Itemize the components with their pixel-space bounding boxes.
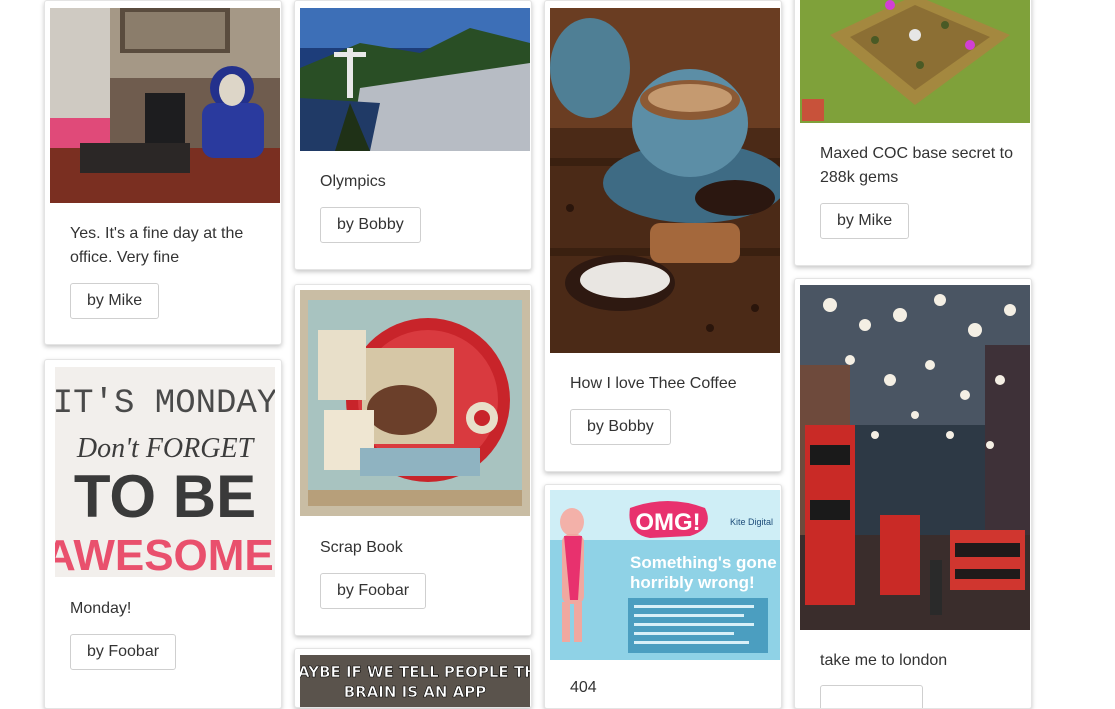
pin-caption: take me to london [820,652,948,669]
pin-image-brain-meme[interactable]: MAYBE IF WE TELL PEOPLE THE BRAIN IS AN … [300,655,530,707]
meme-line1: MAYBE IF WE TELL PEOPLE THE [300,663,530,681]
pin-image-404[interactable]: OMG! Kite Digital Something's gone horri… [550,490,780,660]
pin-card-coc[interactable]: Maxed COC base secret to 288k gems by Mi… [794,0,1032,266]
author-button-partial[interactable] [820,685,923,708]
pin-card-scrapbook[interactable]: Scrap Book by Foobar [294,284,532,636]
monday-line3: TO BE [74,463,256,530]
author-button-bobby[interactable]: by Bobby [320,207,421,243]
pin-caption: How I love Thee Coffee [570,375,737,392]
pin-card-coffee[interactable]: How I love Thee Coffee by Bobby [544,0,782,472]
pin-image-monday[interactable]: IT'S MONDAY Don't FORGET TO BE AWESOME. [55,367,275,577]
pin-image-coc[interactable] [800,0,1030,123]
author-button-mike[interactable]: by Mike [820,203,910,239]
pin-image-coffee[interactable] [550,8,780,353]
meme-line2: BRAIN IS AN APP [344,683,487,701]
pin-image-london[interactable] [800,285,1030,630]
monday-line1: IT'S MONDAY [55,385,275,423]
pin-card-london[interactable]: take me to london [794,278,1032,709]
pin-caption: Scrap Book [320,539,403,556]
error-badge-text: OMG! [635,509,700,536]
pin-caption: Olympics [320,173,386,190]
pin-card-monday[interactable]: IT'S MONDAY Don't FORGET TO BE AWESOME. … [44,359,282,709]
pin-image-office[interactable] [50,8,280,203]
error-line2: horribly wrong! [630,573,755,592]
pin-caption: Monday! [70,600,132,617]
pin-card-brain-meme[interactable]: MAYBE IF WE TELL PEOPLE THE BRAIN IS AN … [294,648,532,708]
pin-card-olympics[interactable]: Olympics by Bobby [294,0,532,270]
pin-caption: Yes. It's a fine day at the office. Very… [70,225,244,266]
pin-card-404[interactable]: OMG! Kite Digital Something's gone horri… [544,484,782,709]
pin-image-olympics[interactable] [300,8,530,151]
pin-caption: 404 [570,679,597,696]
pin-image-scrapbook[interactable] [300,290,530,516]
author-button-foobar[interactable]: by Foobar [70,634,177,670]
monday-line4: AWESOME. [55,531,275,577]
author-button-bobby[interactable]: by Bobby [570,409,671,445]
author-button-mike[interactable]: by Mike [70,283,160,319]
monday-line2: Don't FORGET [76,433,256,464]
author-button-foobar[interactable]: by Foobar [320,573,427,609]
pin-caption: Maxed COC base secret to 288k gems [820,145,1013,186]
brand-text: Kite Digital [730,517,773,527]
error-line1: Something's gone [630,553,777,572]
pin-card-office[interactable]: Yes. It's a fine day at the office. Very… [44,0,282,345]
